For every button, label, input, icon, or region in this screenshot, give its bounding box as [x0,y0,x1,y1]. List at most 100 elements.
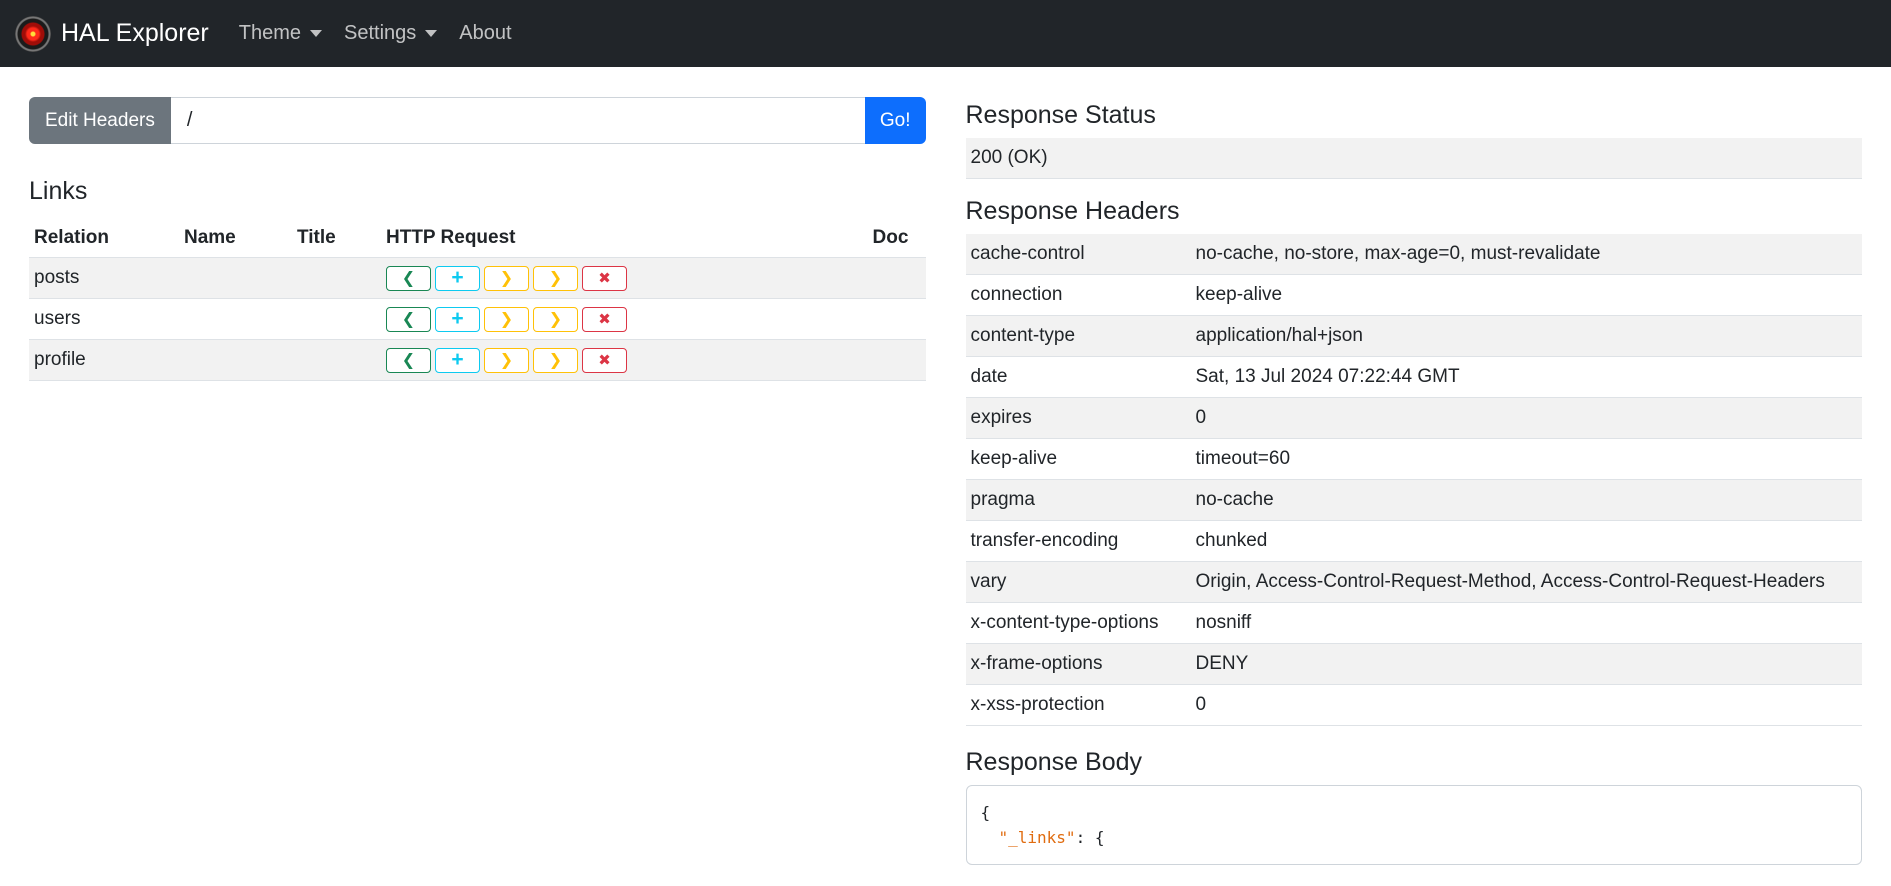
response-status-value: 200 (OK) [965,138,1862,179]
header-name: transfer-encoding [965,520,1191,562]
nav-theme-dropdown[interactable]: Theme [239,22,322,45]
link-doc [867,257,926,299]
header-row: expires 0 [965,397,1862,439]
navbar: HAL Explorer Theme Settings About [0,0,1891,67]
header-row: transfer-encoding chunked [965,520,1862,562]
post-request-button[interactable]: + [435,265,480,291]
header-row: connection keep-alive [965,274,1862,316]
link-http-request: ❮ + ❯ ❯ ✖ [381,339,868,381]
post-request-button[interactable]: + [435,347,480,373]
header-name: date [965,356,1191,398]
post-request-button[interactable]: + [435,306,480,332]
x-icon: ✖ [598,352,611,369]
header-name: content-type [965,315,1191,357]
delete-request-button[interactable]: ✖ [582,306,627,332]
header-value: Origin, Access-Control-Request-Method, A… [1190,561,1862,603]
nav-settings-label: Settings [344,22,417,44]
chevron-left-icon: ❮ [401,352,416,369]
delete-request-button[interactable]: ✖ [582,347,627,373]
link-title [292,339,381,381]
header-row: date Sat, 13 Jul 2024 07:22:44 GMT [965,356,1862,398]
header-value: Sat, 13 Jul 2024 07:22:44 GMT [1190,356,1862,398]
link-doc [867,298,926,340]
col-http-request: HTTP Request [381,219,868,258]
json-line: { [980,803,991,822]
link-name [179,339,292,381]
json-line: "_links": { [981,825,1848,850]
header-value: keep-alive [1190,274,1862,316]
link-relation: users [29,298,179,340]
chevron-right-icon: ❯ [548,270,563,287]
app-title: HAL Explorer [61,19,209,47]
main-container: Edit Headers Go! Links Relation Name Tit… [0,67,1891,865]
patch-request-button[interactable]: ❯ [533,347,578,373]
put-request-button[interactable]: ❯ [484,265,529,291]
uri-input[interactable] [170,97,865,144]
response-headers-title: Response Headers [965,197,1180,225]
header-name: cache-control [965,234,1191,275]
nav-about-link[interactable]: About [459,22,511,45]
chevron-right-icon: ❯ [499,270,514,287]
header-value: application/hal+json [1190,315,1862,357]
chevron-left-icon: ❮ [401,270,416,287]
header-name: keep-alive [965,438,1191,480]
response-status-title: Response Status [965,101,1156,129]
put-request-button[interactable]: ❯ [484,306,529,332]
link-doc [867,339,926,381]
header-row: pragma no-cache [965,479,1862,521]
go-button[interactable]: Go! [864,97,926,144]
link-title [292,298,381,340]
header-row: x-frame-options DENY [965,643,1862,685]
plus-icon: + [451,266,464,289]
json-key: "_links" [998,828,1076,847]
nav-theme-label: Theme [238,22,301,44]
header-name: pragma [965,479,1191,521]
link-http-request: ❮ + ❯ ❯ ✖ [381,298,868,340]
nav-settings-dropdown[interactable]: Settings [344,22,438,45]
nav-about-label: About [459,22,512,44]
link-http-request: ❮ + ❯ ❯ ✖ [381,257,868,299]
link-row: users ❮ + ❯ ❯ ✖ [29,298,926,340]
get-request-button[interactable]: ❮ [386,265,431,291]
link-title [292,257,381,299]
get-request-button[interactable]: ❮ [386,306,431,332]
right-panel: Response Status 200 (OK) Response Header… [965,67,1862,865]
col-name: Name [179,219,292,258]
caret-down-icon [310,30,322,37]
link-name [179,298,292,340]
links-header-row: Relation Name Title HTTP Request Doc [29,219,926,258]
chevron-right-icon: ❯ [499,352,514,369]
header-name: expires [965,397,1191,439]
patch-request-button[interactable]: ❯ [533,265,578,291]
x-icon: ✖ [598,311,611,328]
header-value: no-cache [1190,479,1862,521]
x-icon: ✖ [598,270,611,287]
plus-icon: + [451,307,464,330]
header-name: x-content-type-options [965,602,1191,644]
col-title: Title [292,219,381,258]
header-name: x-xss-protection [965,684,1191,726]
link-relation: posts [29,257,179,299]
chevron-right-icon: ❯ [548,352,563,369]
plus-icon: + [451,348,464,371]
header-value: nosniff [1190,602,1862,644]
header-value: no-cache, no-store, max-age=0, must-reva… [1190,234,1862,275]
link-relation: profile [29,339,179,381]
patch-request-button[interactable]: ❯ [533,306,578,332]
brand[interactable]: HAL Explorer [15,15,209,52]
hal-9000-eye-icon [15,15,51,52]
put-request-button[interactable]: ❯ [484,347,529,373]
caret-down-icon [425,30,438,37]
header-name: vary [965,561,1191,603]
edit-headers-button[interactable]: Edit Headers [29,97,171,144]
header-value: 0 [1190,684,1862,726]
link-row: posts ❮ + ❯ ❯ ✖ [29,257,926,299]
delete-request-button[interactable]: ✖ [582,265,627,291]
header-row: cache-control no-cache, no-store, max-age… [965,234,1862,275]
get-request-button[interactable]: ❮ [386,347,431,373]
response-headers-body: cache-control no-cache, no-store, max-age… [965,234,1862,726]
json-punct: : { [1075,828,1105,847]
header-row: x-content-type-options nosniff [965,602,1862,644]
header-value: DENY [1190,643,1862,685]
links-body: posts ❮ + ❯ ❯ ✖ users ❮ + ❯ ❯ ✖ profile ❮ + ❯ ❯ ✖ [29,257,926,381]
